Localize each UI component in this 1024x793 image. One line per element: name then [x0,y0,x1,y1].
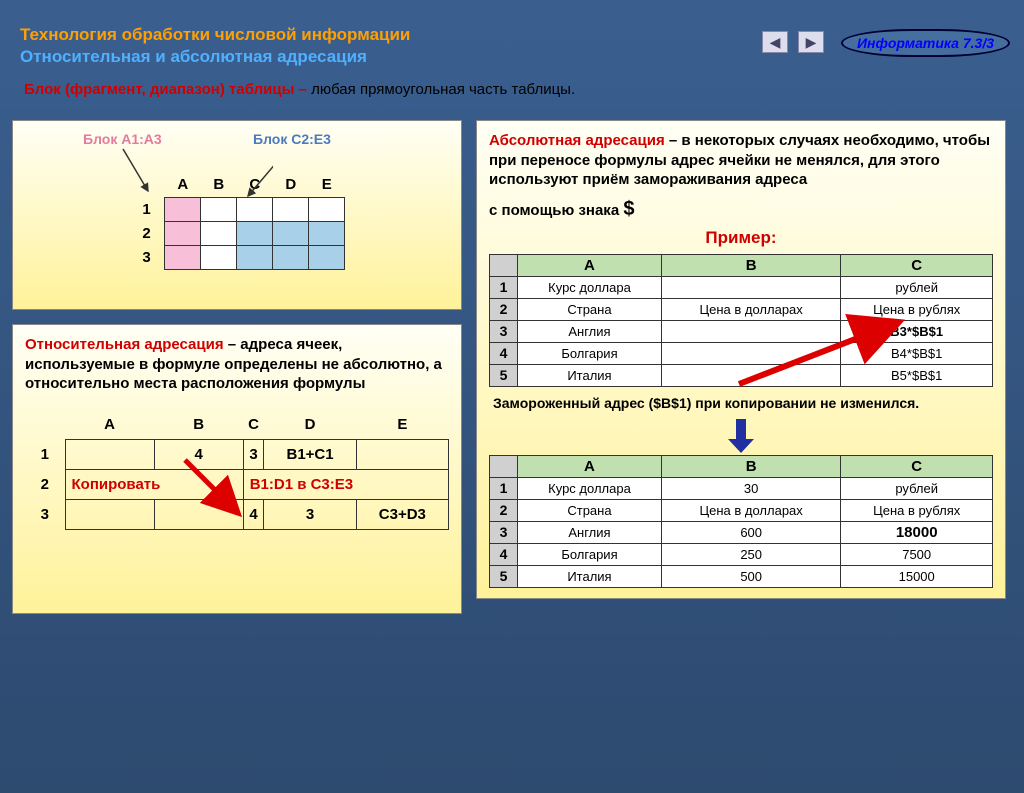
cell: 3 [243,440,264,470]
row-header: 4 [490,342,518,364]
cell [661,320,840,342]
cell: Болгария [518,543,662,565]
cell: Страна [518,499,662,521]
row-header: 3 [129,245,165,269]
col-header: B [661,455,840,477]
row-header: 5 [490,565,518,587]
relative-paragraph: Относительная адресация – адреса ячеек, … [25,335,449,394]
cell: 4 [154,440,243,470]
col-header: D [264,410,356,440]
col-header: A [518,254,662,276]
cell: 18000 [841,521,993,543]
cell: 4 [243,500,264,530]
cell [661,364,840,386]
absolute-term: Абсолютная адресация [489,132,665,149]
cell: Курс доллара [518,276,662,298]
cell: Италия [518,565,662,587]
example-label: Пример: [489,228,993,248]
cell [356,440,448,470]
cell: Цена в долларах [661,499,840,521]
cell: 7500 [841,543,993,565]
cell: рублей [841,276,993,298]
definition-body: любая прямоугольная часть таблицы. [311,81,575,98]
cell: Курс доллара [518,477,662,499]
block-label-c2e3: Блок C2:E3 [253,131,331,147]
col-header: E [309,173,345,197]
cell: Болгария [518,342,662,364]
cell: 3 [264,500,356,530]
nav-next-button[interactable]: ▶ [798,31,824,53]
row-header: 2 [490,499,518,521]
panel-relative: Относительная адресация – адреса ячеек, … [12,324,462,614]
panel-block-example: Блок A1:A3 Блок C2:E3 A B C D E 1 2 [12,120,462,310]
definition-term: Блок (фрагмент, диапазон) таблицы – [24,81,311,98]
copy-range: B1:D1 в C3:E3 [243,470,448,500]
cell [661,276,840,298]
row-header: 2 [490,298,518,320]
absolute-tail: с помощью знака $ [489,196,993,222]
col-header: A [165,173,201,197]
cell: B4*$B$1 [841,342,993,364]
cell: 250 [661,543,840,565]
row-header: 1 [129,197,165,221]
example-table-1: A B C 1 Курс долларарублей 2 СтранаЦена … [489,254,993,387]
panel-absolute: Абсолютная адресация – в некоторых случа… [476,120,1006,599]
cell: B1+C1 [264,440,356,470]
cell: Цена в рублях [841,298,993,320]
col-header: B [154,410,243,440]
mini-table: A B C D E 1 2 3 [129,173,346,270]
relative-term: Относительная адресация [25,336,224,353]
row-header: 2 [129,221,165,245]
cell: B5*$B$1 [841,364,993,386]
cell: Англия [518,521,662,543]
col-header: B [661,254,840,276]
cell: B3*$B$1 [841,320,993,342]
row-header: 4 [490,543,518,565]
row-header: 1 [490,276,518,298]
frozen-note: Замороженный адрес ($B$1) при копировани… [493,395,989,411]
dollar-sign: $ [623,198,634,220]
col-header: E [356,410,448,440]
row-header: 1 [490,477,518,499]
col-header: B [201,173,237,197]
cell: 500 [661,565,840,587]
row-header: 1 [25,440,65,470]
col-header: A [518,455,662,477]
example-table-2: A B C 1 Курс доллара30рублей 2 СтранаЦен… [489,455,993,588]
col-header: D [273,173,309,197]
cell: Страна [518,298,662,320]
row-header: 3 [490,521,518,543]
cell: 15000 [841,565,993,587]
col-header: C [237,173,273,197]
down-arrow-icon [726,419,756,453]
cell: Цена в рублях [841,499,993,521]
cell: Цена в долларах [661,298,840,320]
col-header: C [841,254,993,276]
cell: Италия [518,364,662,386]
page-badge: Информатика 7.3/3 [841,29,1010,57]
cell: C3+D3 [356,500,448,530]
copy-label: Копировать [65,470,243,500]
cell [154,500,243,530]
absolute-tail-text: с помощью знака [489,202,623,219]
absolute-paragraph: Абсолютная адресация – в некоторых случа… [489,131,993,190]
cell: 600 [661,521,840,543]
cell: 30 [661,477,840,499]
block-label-a1a3: Блок A1:A3 [83,131,162,147]
cell [65,500,154,530]
row-header: 2 [25,470,65,500]
cell: рублей [841,477,993,499]
relative-table: A B C D E 1 4 3 B1+C1 2 Копировать B1:D1… [25,410,449,531]
col-header: A [65,410,154,440]
col-header: C [841,455,993,477]
row-header: 5 [490,364,518,386]
cell [65,440,154,470]
cell [661,342,840,364]
col-header: C [243,410,264,440]
nav-prev-button[interactable]: ◀ [762,31,788,53]
block-definition: Блок (фрагмент, диапазон) таблицы – люба… [24,81,1024,98]
row-header: 3 [25,500,65,530]
cell: Англия [518,320,662,342]
row-header: 3 [490,320,518,342]
